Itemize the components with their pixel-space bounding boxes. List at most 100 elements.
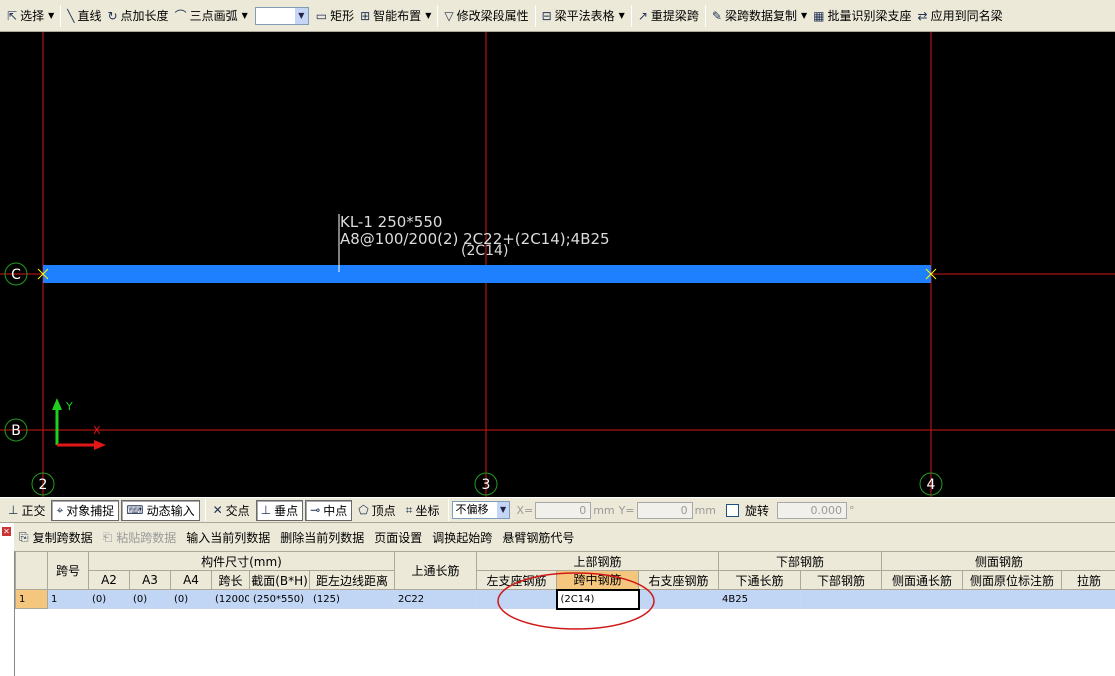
apply-same-name-icon: ⇄	[917, 8, 928, 23]
vertex-snap[interactable]: ⬠ 顶点	[354, 500, 399, 521]
status-separator	[204, 499, 206, 521]
re-extract-span-tool[interactable]: ↗ 重提梁跨	[635, 3, 702, 29]
midpoint-icon: ⊸	[310, 503, 321, 517]
beam-label-line1: KL-1 250*550	[340, 213, 442, 231]
y-unit: mm	[694, 503, 717, 517]
status-separator	[448, 499, 450, 521]
snap-icon: ⌖	[56, 502, 64, 517]
dynamic-input-label: 动态输入	[146, 503, 195, 518]
cursor-icon: ⇱	[7, 8, 18, 23]
beam-table-label: 梁平法表格	[554, 9, 615, 23]
line-icon: ╲	[67, 8, 75, 23]
x-label: X=	[516, 503, 534, 517]
dynamic-input-toggle[interactable]: ⌨ 动态输入	[121, 499, 200, 521]
annotation-overlay	[497, 572, 655, 630]
toolbar-separator	[437, 4, 439, 27]
ucs-y-label: Y	[65, 400, 73, 413]
point-extend-icon: ↻	[107, 8, 118, 23]
arc-label: 三点画弧	[189, 9, 238, 23]
rectangle-icon: ▭	[315, 8, 328, 23]
select-label: 选择	[20, 9, 45, 23]
re-extract-icon: ↗	[637, 8, 648, 23]
select-tool[interactable]: ⇱ 选择 ▼	[4, 3, 57, 29]
shape-combo[interactable]: ▼	[254, 6, 309, 25]
toolbar-separator	[534, 4, 536, 27]
modify-attr-icon: ▽	[444, 8, 454, 23]
apply-same-name-label: 应用到同名梁	[930, 9, 1003, 23]
arc-icon: ⌒	[174, 9, 187, 23]
axis-label-B: B	[11, 423, 21, 439]
intersection-icon: ✕	[212, 503, 223, 517]
axis-label-4: 4	[927, 477, 936, 493]
dropdown-arrow-icon[interactable]: ▼	[242, 11, 248, 20]
point-extend-tool[interactable]: ↻ 点加长度	[104, 3, 171, 29]
beam-table-tool[interactable]: ⊟ 梁平法表格 ▼	[539, 3, 628, 29]
smart-layout-icon: ⊞	[360, 8, 371, 23]
dropdown-arrow-icon[interactable]: ▼	[425, 11, 431, 20]
vertex-label: 顶点	[371, 503, 396, 518]
modify-span-label: 修改梁段属性	[456, 9, 529, 23]
axis-label-3: 3	[482, 477, 491, 493]
dropdown-arrow-icon[interactable]: ▼	[801, 11, 807, 20]
modify-span-attr-tool[interactable]: ▽ 修改梁段属性	[441, 3, 531, 29]
line-label: 直线	[77, 9, 102, 23]
coordinate-snap[interactable]: ⌗ 坐标	[402, 500, 444, 521]
brush-icon: ✎	[711, 8, 722, 23]
re-extract-label: 重提梁跨	[650, 9, 699, 23]
span-copy-label: 梁跨数据复制	[724, 9, 797, 23]
intersection-snap[interactable]: ✕ 交点	[209, 500, 254, 521]
batch-identify-icon: ▦	[813, 8, 825, 23]
beam-kl1[interactable]	[43, 265, 931, 283]
coordinate-label: 坐标	[415, 503, 440, 518]
perpendicular-label: 垂点	[274, 503, 299, 518]
midpoint-label: 中点	[323, 503, 348, 518]
beam-table-panel: ✕ ⎘ 复制跨数据 ⎗ 粘贴跨数据 输入当前列数据 删除当前列数据 页面设置 调换起…	[0, 523, 1115, 676]
span-data-copy-tool[interactable]: ✎ 梁跨数据复制 ▼	[709, 3, 810, 29]
point-extend-label: 点加长度	[120, 9, 169, 23]
chevron-down-icon[interactable]: ▼	[295, 7, 308, 24]
rect-label: 矩形	[330, 9, 355, 23]
rotate-checkbox[interactable]	[726, 503, 740, 517]
dynamic-input-icon: ⌨	[126, 503, 144, 517]
axis-label-2: 2	[39, 477, 48, 493]
three-point-arc-tool[interactable]: ⌒ 三点画弧 ▼	[172, 3, 251, 29]
perpendicular-snap[interactable]: ⊥ 垂点	[255, 499, 304, 521]
toolbar-separator	[704, 4, 706, 27]
vertex-icon: ⬠	[358, 503, 369, 517]
smart-layout-label: 智能布置	[373, 9, 422, 23]
dropdown-arrow-icon[interactable]: ▼	[619, 11, 625, 20]
batch-identify-tool[interactable]: ▦ 批量识别梁支座	[810, 3, 914, 29]
rect-tool[interactable]: ▭ 矩形	[313, 3, 357, 29]
chevron-down-icon[interactable]: ▼	[496, 502, 510, 518]
toolbar-separator	[630, 4, 632, 27]
snap-statusbar: ⊥ 正交 ⌖ 对象捕捉 ⌨ 动态输入 ✕ 交点 ⊥ 垂点 ⊸ 中点 ⬠ 顶点 ⌗ 坐标 不偏移 ▼…	[0, 497, 1115, 523]
axis-label-C: C	[11, 267, 21, 283]
x-input[interactable]: 0	[535, 501, 592, 519]
line-tool[interactable]: ╲ 直线	[64, 3, 104, 29]
perpendicular-icon: ⊥	[260, 503, 272, 517]
ortho-label: 正交	[21, 503, 46, 518]
coordinate-icon: ⌗	[405, 502, 413, 517]
drawing-svg: KL-1 250*550 A8@100/200(2) 2C22+(2C14);4…	[0, 32, 1115, 497]
rotate-label: 旋转	[745, 503, 770, 518]
x-unit: mm	[593, 503, 615, 517]
rotate-input[interactable]: 0.000	[777, 501, 848, 519]
ortho-icon: ⊥	[8, 503, 19, 517]
ortho-toggle[interactable]: ⊥ 正交	[4, 500, 49, 521]
object-snap-label: 对象捕捉	[66, 503, 115, 518]
y-label: Y=	[618, 503, 635, 517]
span-label: (2C14)	[461, 243, 508, 259]
dropdown-arrow-icon[interactable]: ▼	[48, 11, 54, 20]
ucs-x-label: X	[93, 424, 101, 437]
intersection-label: 交点	[225, 503, 250, 518]
midpoint-snap[interactable]: ⊸ 中点	[305, 499, 353, 521]
smart-layout-tool[interactable]: ⊞ 智能布置 ▼	[357, 3, 434, 29]
batch-identify-label: 批量识别梁支座	[827, 9, 912, 23]
apply-same-name-tool[interactable]: ⇄ 应用到同名梁	[915, 3, 1006, 29]
table-icon: ⊟	[541, 8, 552, 23]
offset-mode-select[interactable]: 不偏移 ▼	[452, 501, 511, 519]
drawing-canvas[interactable]: KL-1 250*550 A8@100/200(2) 2C22+(2C14);4…	[0, 32, 1115, 497]
y-input[interactable]: 0	[636, 501, 693, 519]
offset-mode-value: 不偏移	[455, 503, 489, 516]
object-snap-toggle[interactable]: ⌖ 对象捕捉	[51, 499, 120, 521]
